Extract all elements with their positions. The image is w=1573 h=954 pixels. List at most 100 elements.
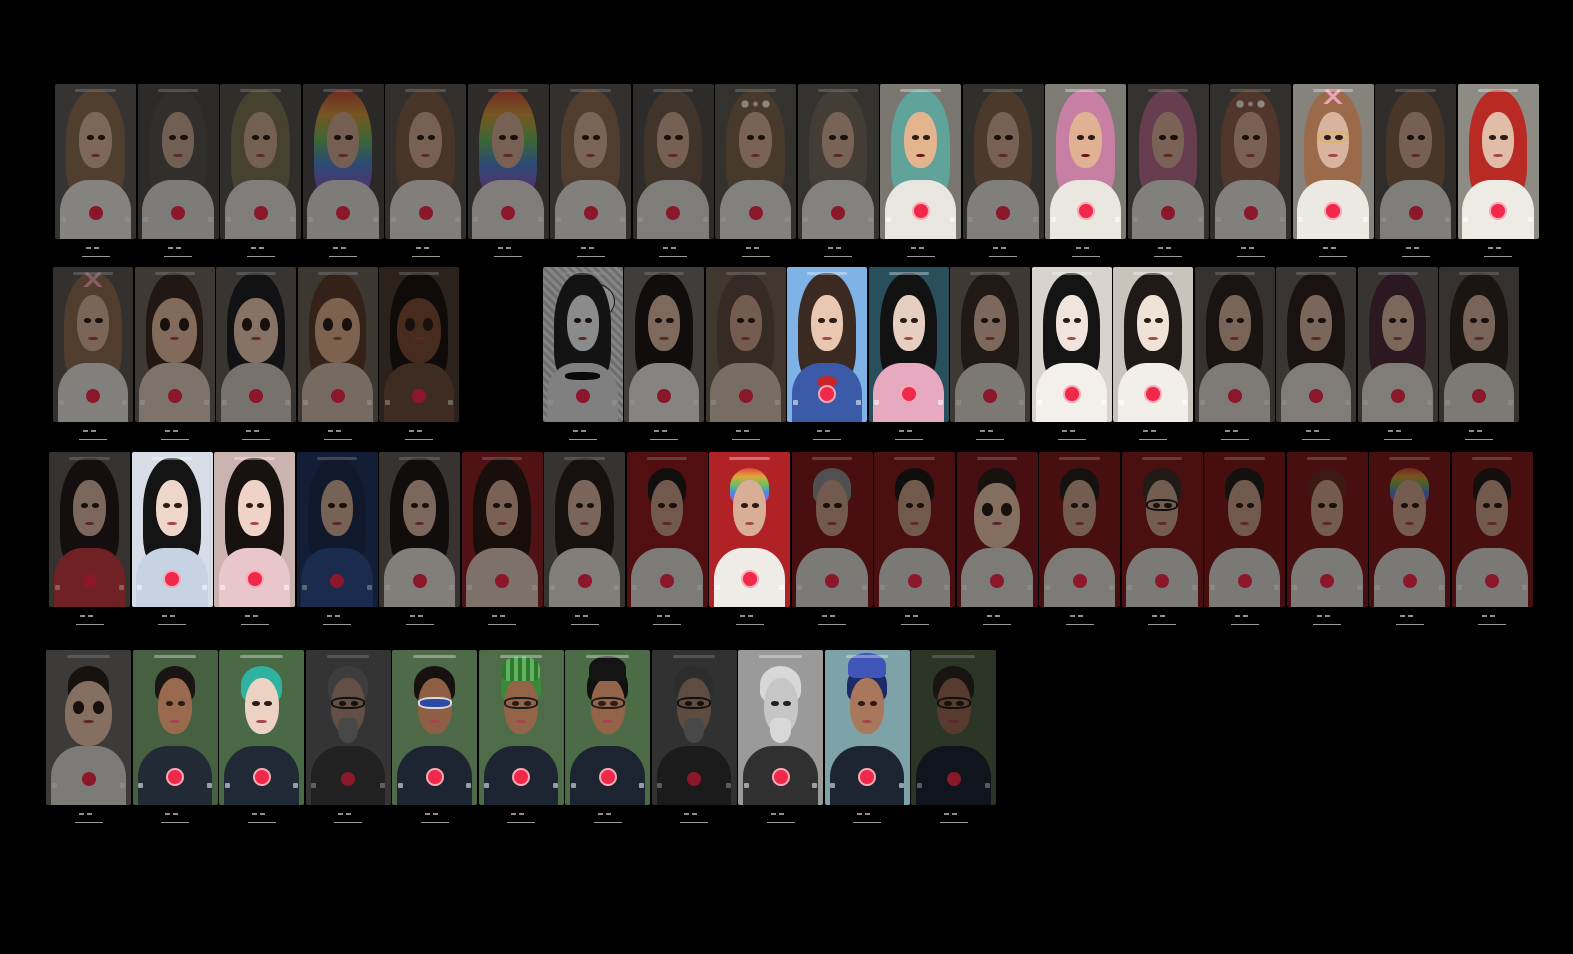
album-icon[interactable]: [122, 399, 128, 405]
album-icon[interactable]: [1274, 584, 1280, 590]
mode-tab-strip[interactable]: [822, 614, 835, 618]
record-button[interactable]: [1408, 206, 1423, 221]
tab-indicator[interactable]: [1331, 247, 1336, 249]
effect-preview-card[interactable]: [1113, 267, 1193, 422]
record-button[interactable]: [245, 570, 264, 589]
record-button[interactable]: [412, 574, 427, 589]
tab-indicator[interactable]: [1248, 247, 1254, 249]
effect-preview-card[interactable]: [791, 452, 873, 607]
album-icon[interactable]: [639, 782, 645, 788]
effect-preview-card[interactable]: [53, 267, 133, 422]
record-button[interactable]: [88, 206, 103, 221]
effect-preview-card[interactable]: [392, 650, 477, 805]
effects-icon[interactable]: [390, 216, 396, 222]
effects-icon[interactable]: [1380, 216, 1386, 222]
album-icon[interactable]: [614, 584, 620, 590]
effects-icon[interactable]: [885, 216, 891, 222]
tab-indicator[interactable]: [1395, 430, 1401, 432]
tab-indicator[interactable]: [409, 430, 414, 432]
tab-indicator[interactable]: [665, 615, 670, 617]
effect-preview-card[interactable]: [220, 84, 301, 239]
effects-icon[interactable]: [225, 216, 231, 222]
tab-indicator[interactable]: [498, 247, 503, 249]
effect-preview-card[interactable]: [1031, 267, 1112, 422]
tab-indicator[interactable]: [87, 615, 93, 617]
record-button[interactable]: [1243, 206, 1258, 221]
mode-tab-strip[interactable]: [424, 812, 438, 816]
effect-preview-card[interactable]: [868, 267, 949, 422]
tab-indicator[interactable]: [1482, 615, 1487, 617]
tab-indicator[interactable]: [857, 813, 862, 815]
effects-icon[interactable]: [711, 399, 717, 405]
effect-preview-card[interactable]: [385, 84, 466, 239]
tab-indicator[interactable]: [165, 813, 170, 815]
mode-tab-strip[interactable]: [1075, 246, 1089, 250]
tab-indicator[interactable]: [511, 813, 516, 815]
tab-indicator[interactable]: [335, 430, 341, 432]
tab-indicator[interactable]: [743, 430, 749, 432]
tab-indicator[interactable]: [1083, 247, 1089, 249]
album-icon[interactable]: [537, 216, 543, 222]
mode-tab-strip[interactable]: [904, 614, 918, 618]
effects-icon[interactable]: [797, 584, 803, 590]
mode-tab-strip[interactable]: [78, 812, 92, 816]
effects-icon[interactable]: [879, 584, 885, 590]
effects-icon[interactable]: [51, 782, 57, 788]
album-icon[interactable]: [531, 584, 537, 590]
tab-indicator[interactable]: [898, 430, 904, 432]
tab-indicator[interactable]: [1001, 247, 1006, 249]
album-icon[interactable]: [1026, 584, 1032, 590]
mode-tab-strip[interactable]: [327, 614, 340, 618]
effects-icon[interactable]: [467, 584, 473, 590]
effects-icon[interactable]: [874, 399, 880, 405]
effects-icon[interactable]: [632, 584, 638, 590]
tab-indicator[interactable]: [588, 247, 594, 249]
tab-indicator[interactable]: [417, 430, 422, 432]
effect-preview-card[interactable]: [216, 267, 296, 422]
effects-icon[interactable]: [384, 584, 390, 590]
record-button[interactable]: [911, 202, 930, 221]
effects-icon[interactable]: [484, 782, 490, 788]
effect-preview-card[interactable]: [1375, 84, 1456, 239]
tab-indicator[interactable]: [500, 615, 505, 617]
effects-icon[interactable]: [1050, 216, 1056, 222]
effect-preview-card[interactable]: [467, 84, 549, 239]
record-button[interactable]: [82, 574, 97, 589]
effects-icon[interactable]: [1444, 399, 1450, 405]
effect-preview-card[interactable]: [1292, 84, 1374, 239]
effect-preview-card[interactable]: [880, 84, 961, 239]
album-icon[interactable]: [725, 782, 731, 788]
effects-icon[interactable]: [473, 216, 479, 222]
effects-icon[interactable]: [221, 399, 227, 405]
effects-icon[interactable]: [1127, 584, 1133, 590]
tab-indicator[interactable]: [259, 813, 265, 815]
mode-tab-strip[interactable]: [338, 812, 351, 816]
effect-preview-card[interactable]: [478, 650, 564, 805]
effect-preview-card[interactable]: [296, 452, 378, 607]
mode-tab-strip[interactable]: [657, 614, 670, 618]
effects-icon[interactable]: [962, 584, 968, 590]
album-icon[interactable]: [702, 216, 708, 222]
mode-tab-strip[interactable]: [943, 812, 957, 816]
album-icon[interactable]: [1115, 216, 1121, 222]
mode-tab-strip[interactable]: [246, 429, 259, 433]
album-icon[interactable]: [1439, 584, 1445, 590]
album-icon[interactable]: [552, 782, 558, 788]
tab-indicator[interactable]: [828, 247, 833, 249]
mode-tab-strip[interactable]: [1069, 614, 1083, 618]
mode-tab-strip[interactable]: [663, 246, 676, 250]
effects-icon[interactable]: [1457, 584, 1463, 590]
effects-icon[interactable]: [1374, 584, 1380, 590]
mode-tab-strip[interactable]: [492, 614, 505, 618]
tab-indicator[interactable]: [423, 247, 429, 249]
tab-indicator[interactable]: [1387, 430, 1393, 432]
effects-icon[interactable]: [1044, 584, 1050, 590]
tab-indicator[interactable]: [1234, 615, 1240, 617]
album-icon[interactable]: [1362, 216, 1368, 222]
album-icon[interactable]: [1345, 399, 1351, 405]
album-icon[interactable]: [944, 584, 950, 590]
tab-indicator[interactable]: [1413, 247, 1419, 249]
tab-indicator[interactable]: [1469, 430, 1474, 432]
effects-icon[interactable]: [570, 782, 576, 788]
effects-icon[interactable]: [555, 216, 561, 222]
